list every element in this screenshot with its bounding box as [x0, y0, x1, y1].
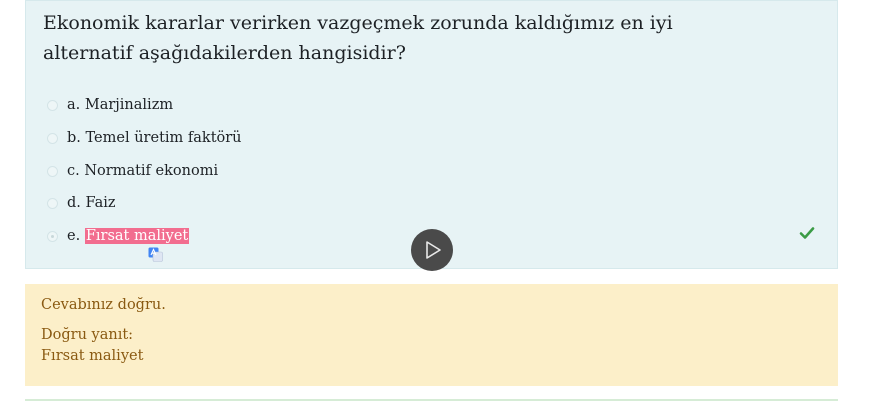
selected-text-highlight: Fırsat maliyet	[84, 228, 190, 244]
video-play-button[interactable]	[411, 229, 453, 271]
answer-label: d. Faiz	[67, 195, 116, 211]
answer-option-e[interactable]: e. Fırsat maliyet	[47, 226, 347, 250]
feedback-box: Cevabınız doğru. Doğru yanıt: Fırsat mal…	[25, 284, 838, 386]
divider	[25, 399, 838, 401]
radio-button[interactable]	[47, 133, 58, 144]
answer-label: a. Marjinalizm	[67, 97, 174, 113]
translate-icon[interactable]	[148, 247, 163, 262]
answer-option-a[interactable]: a. Marjinalizm	[47, 95, 347, 119]
check-icon	[799, 227, 815, 239]
radio-button[interactable]	[47, 166, 58, 177]
answer-label: b. Temel üretim faktörü	[67, 130, 242, 146]
radio-button[interactable]	[47, 198, 58, 209]
question-text: Ekonomik kararlar verirken vazgeçmek zor…	[43, 12, 673, 64]
radio-button-selected[interactable]	[47, 231, 58, 242]
answer-label: c. Normatif ekonomi	[67, 163, 219, 179]
answer-label: e. Fırsat maliyet	[67, 228, 190, 244]
correct-answer-text: Fırsat maliyet	[41, 348, 144, 364]
radio-button[interactable]	[47, 100, 58, 111]
answer-option-c[interactable]: c. Normatif ekonomi	[47, 161, 347, 185]
answer-option-d[interactable]: d. Faiz	[47, 193, 347, 217]
feedback-result: Cevabınız doğru.	[41, 297, 166, 313]
answer-option-b[interactable]: b. Temel üretim faktörü	[47, 128, 347, 152]
play-icon	[426, 241, 441, 259]
correct-answer-label: Doğru yanıt:	[41, 327, 134, 343]
